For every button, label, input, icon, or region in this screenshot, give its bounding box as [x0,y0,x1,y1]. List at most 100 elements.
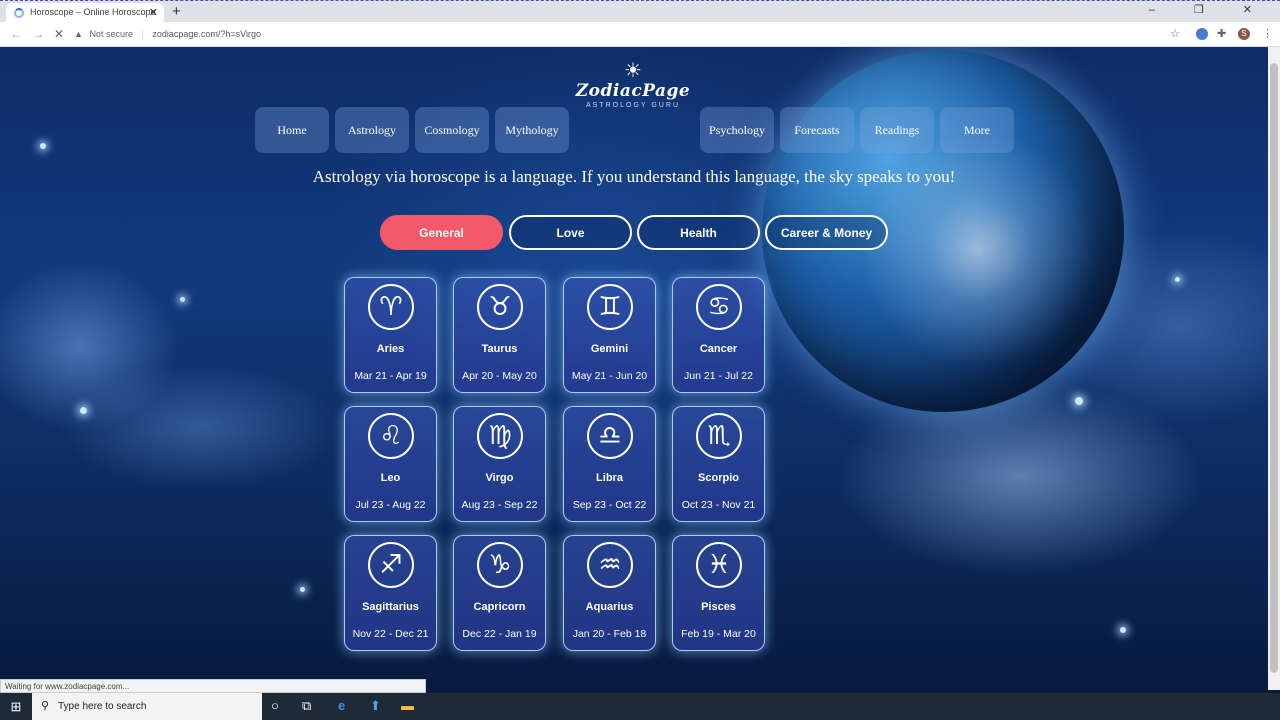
cancer-icon: ♋ [696,284,742,330]
url-text[interactable]: zodiacpage.com/?h=sVirgo [152,29,261,39]
tab-title: Horoscope – Online Horoscope [30,7,156,17]
star-decoration [1175,277,1180,282]
sign-card-leo[interactable]: ♌ Leo Jul 23 - Aug 22 [344,406,437,522]
nav-forecasts[interactable]: Forecasts [780,107,854,153]
sign-card-virgo[interactable]: ♍ Virgo Aug 23 - Sep 22 [453,406,546,522]
sign-dates: Sep 23 - Oct 22 [572,499,647,511]
nav-psychology[interactable]: Psychology [700,107,774,153]
star-decoration [1120,627,1126,633]
sign-card-cancer[interactable]: ♋ Cancer Jun 21 - Jul 22 [672,277,765,393]
window-controls[interactable]: – ❐ ✕ [1149,3,1270,16]
search-icon: ⚲ [41,700,50,712]
aries-icon: ♈ [368,284,414,330]
sign-name: Virgo [485,472,514,484]
sign-name: Pisces [701,601,736,613]
nav-readings[interactable]: Readings [860,107,934,153]
taskbar-search-box[interactable]: ⚲ Type here to search [32,693,262,720]
sun-logo-icon: ☀ [624,60,642,82]
sign-name: Taurus [481,343,518,355]
cortana-icon[interactable]: ○ [271,698,279,713]
extensions-puzzle-icon[interactable]: ✚ [1217,27,1226,40]
logo-name: ZodiacPage [575,81,691,101]
nav-cosmology[interactable]: Cosmology [415,107,489,153]
gemini-icon: ♊ [587,284,633,330]
star-decoration [300,587,305,592]
not-secure-warning-icon[interactable]: ▲ [74,29,83,39]
scorpio-icon: ♏ [696,413,742,459]
sign-dates: Dec 22 - Jan 19 [462,628,537,640]
new-tab-button[interactable]: + [172,3,181,20]
browser-tab[interactable]: Horoscope – Online Horoscope ✕ [6,3,164,23]
sign-dates: Nov 22 - Dec 21 [352,628,429,640]
category-health-button[interactable]: Health [637,215,760,250]
bookmark-star-icon[interactable]: ☆ [1170,27,1180,40]
leo-icon: ♌ [368,413,414,459]
site-tagline: Astrology via horoscope is a language. I… [312,167,956,186]
sign-card-capricorn[interactable]: ♑ Capricorn Dec 22 - Jan 19 [453,535,546,651]
browser-tab-bar: Horoscope – Online Horoscope ✕ + – ❐ ✕ [0,0,1280,23]
sign-dates: Jul 23 - Aug 22 [355,499,426,511]
omnibox-separator: | [141,29,144,39]
sign-name: Capricorn [473,601,526,613]
aquarius-icon: ♒ [587,542,633,588]
libra-icon: ♎ [587,413,633,459]
category-general-button[interactable]: General [380,215,503,250]
nav-mythology[interactable]: Mythology [495,107,569,153]
taskbar-search-placeholder: Type here to search [58,701,147,712]
sign-card-taurus[interactable]: ♉ Taurus Apr 20 - May 20 [453,277,546,393]
taurus-icon: ♉ [477,284,523,330]
browser-status-bar: Waiting for www.zodiacpage.com... [0,679,426,693]
capricorn-icon: ♑ [477,542,523,588]
sign-name: Libra [596,472,623,484]
sign-name: Leo [380,472,401,484]
stop-loading-icon[interactable]: ✕ [54,27,64,41]
forward-icon[interactable]: → [32,27,44,41]
windows-start-icon[interactable]: ⊞ [0,693,32,720]
address-bar: ← → ✕ ▲ Not secure | zodiacpage.com/?h=s… [0,22,1280,47]
sign-card-gemini[interactable]: ♊ Gemini May 21 - Jun 20 [563,277,656,393]
category-career-money-button[interactable]: Career & Money [765,215,888,250]
sign-dates: Oct 23 - Nov 21 [681,499,756,511]
sign-dates: Mar 21 - Apr 19 [354,370,427,382]
store-icon[interactable]: ⬆ [370,698,381,714]
sign-dates: Jan 20 - Feb 18 [572,628,647,640]
nav-astrology[interactable]: Astrology [335,107,409,153]
sign-name: Gemini [590,343,629,355]
not-secure-label: Not secure [89,29,133,39]
sign-dates: Aug 23 - Sep 22 [461,499,538,511]
nav-home[interactable]: Home [255,107,329,153]
sign-card-sagittarius[interactable]: ♐ Sagittarius Nov 22 - Dec 21 [344,535,437,651]
browser-menu-icon[interactable]: ⋮ [1262,27,1273,40]
logo-tagline: ASTROLOGY GURU [586,102,680,109]
category-love-button[interactable]: Love [509,215,632,250]
tab-close-icon[interactable]: ✕ [149,6,158,19]
extension-icon[interactable] [1196,28,1208,40]
sign-card-aquarius[interactable]: ♒ Aquarius Jan 20 - Feb 18 [563,535,656,651]
star-decoration [1075,397,1083,405]
sign-card-scorpio[interactable]: ♏ Scorpio Oct 23 - Nov 21 [672,406,765,522]
pisces-icon: ♓ [696,542,742,588]
star-decoration [40,143,46,149]
sign-card-aries[interactable]: ♈ Aries Mar 21 - Apr 19 [344,277,437,393]
sign-name: Cancer [699,343,738,355]
task-view-icon[interactable]: ⧉ [302,698,311,714]
nav-more[interactable]: More [940,107,1014,153]
edge-browser-icon[interactable]: e [338,698,345,713]
sign-name: Aquarius [585,601,634,613]
file-explorer-icon[interactable]: ▬ [401,698,414,713]
scrollbar-thumb[interactable] [1270,63,1278,673]
loading-spinner-icon [14,8,24,18]
sign-dates: Jun 21 - Jul 22 [684,370,753,382]
url-omnibox[interactable]: ▲ Not secure | zodiacpage.com/?h=sVirgo [74,25,1184,44]
sign-dates: Apr 20 - May 20 [462,370,537,382]
profile-avatar[interactable]: S [1238,28,1250,40]
site-logo[interactable]: ☀ ZodiacPage ASTROLOGY GURU [575,61,691,109]
sign-card-pisces[interactable]: ♓ Pisces Feb 19 - Mar 20 [672,535,765,651]
sign-name: Aries [376,343,405,355]
star-decoration [180,297,185,302]
sign-dates: Feb 19 - Mar 20 [681,628,756,640]
back-icon[interactable]: ← [10,27,22,41]
sign-card-libra[interactable]: ♎ Libra Sep 23 - Oct 22 [563,406,656,522]
sagittarius-icon: ♐ [368,542,414,588]
page-scrollbar[interactable] [1268,47,1280,690]
